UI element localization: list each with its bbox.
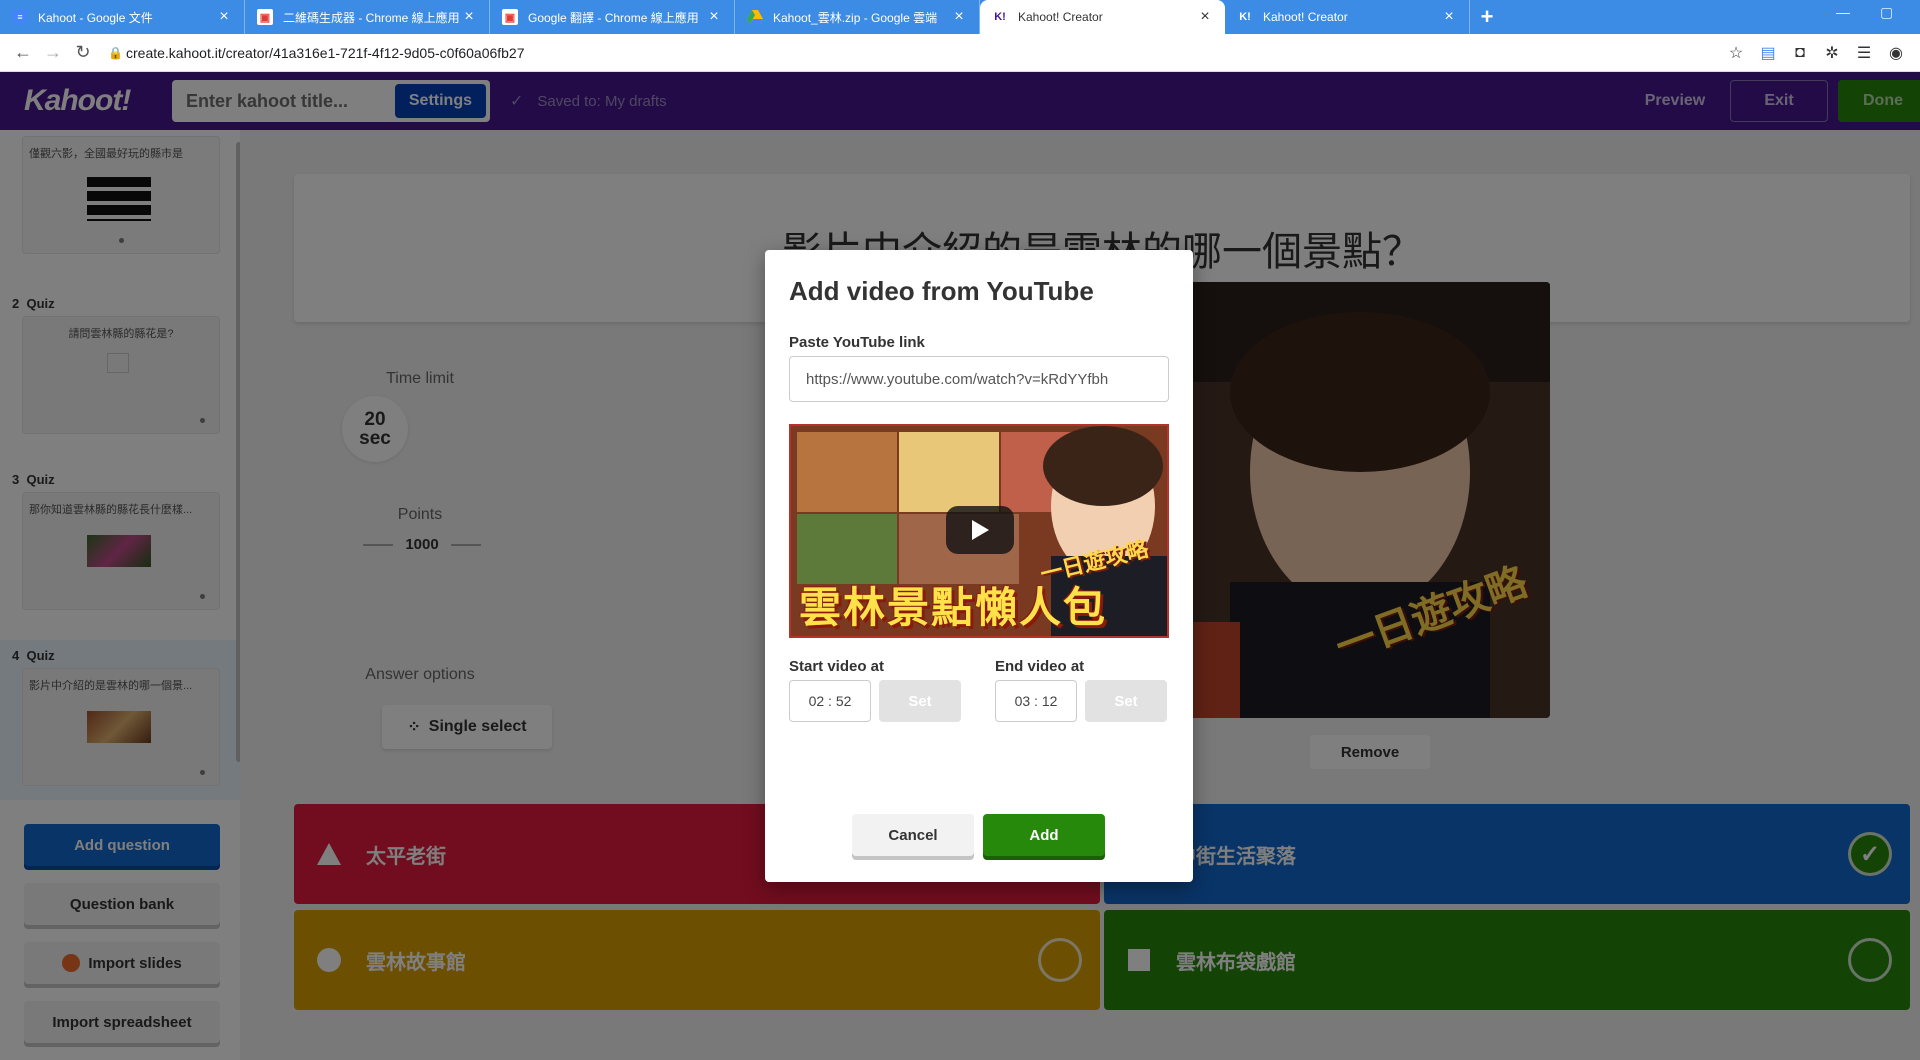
browser-tab-docs[interactable]: ≡ Kahoot - Google 文件 × xyxy=(0,0,245,34)
qr-extension-icon[interactable]: ◘ xyxy=(1784,38,1816,68)
reload-icon[interactable]: ↻ xyxy=(68,38,98,68)
start-set-button[interactable]: Set xyxy=(879,680,961,722)
add-video-dialog: Add video from YouTube Paste YouTube lin… xyxy=(765,250,1193,882)
url-field[interactable]: 🔒 create.kahoot.it/creator/41a316e1-721f… xyxy=(108,45,1720,61)
kahoot-icon: K! xyxy=(994,11,1006,23)
tab-title: Google 翻譯 - Chrome 線上應用 xyxy=(528,10,699,25)
start-time-input[interactable]: 02 : 52 xyxy=(789,680,871,722)
youtube-link-input[interactable]: https://www.youtube.com/watch?v=kRdYYfbh xyxy=(789,356,1169,402)
dialog-title: Add video from YouTube xyxy=(789,276,1094,306)
tab-title: Kahoot! Creator xyxy=(1263,10,1348,24)
profile-avatar[interactable]: ◉ xyxy=(1880,38,1912,68)
tab-title: Kahoot - Google 文件 xyxy=(38,10,153,25)
translate-app-icon: ▣ xyxy=(502,9,518,25)
address-bar: ← → ↻ 🔒 create.kahoot.it/creator/41a316e… xyxy=(0,34,1920,72)
end-time-input[interactable]: 03 : 12 xyxy=(995,680,1077,722)
minimize-icon[interactable]: — xyxy=(1836,4,1850,20)
reading-list-icon[interactable]: ☰ xyxy=(1848,38,1880,68)
play-icon xyxy=(972,520,989,540)
new-tab-button[interactable]: + xyxy=(1470,0,1504,34)
close-tab-icon[interactable]: × xyxy=(1441,9,1457,25)
url-text: create.kahoot.it/creator/41a316e1-721f-4… xyxy=(126,44,525,61)
browser-tab-qr[interactable]: ▣ 二維碼生成器 - Chrome 線上應用 × xyxy=(245,0,490,34)
tab-title: Kahoot_雲林.zip - Google 雲端 xyxy=(773,10,938,25)
start-video-label: Start video at xyxy=(789,658,885,675)
close-tab-icon[interactable]: × xyxy=(461,9,477,25)
youtube-link-label: Paste YouTube link xyxy=(789,334,925,351)
forward-icon[interactable]: → xyxy=(38,38,68,68)
close-tab-icon[interactable]: × xyxy=(1197,9,1213,25)
tab-title: 二維碼生成器 - Chrome 線上應用 xyxy=(283,10,460,25)
maximize-icon[interactable]: ▢ xyxy=(1880,4,1893,21)
translate-extension-icon[interactable]: ▤ xyxy=(1752,38,1784,68)
end-video-label: End video at xyxy=(995,658,1085,675)
drive-icon xyxy=(747,9,763,25)
browser-tab-translate[interactable]: ▣ Google 翻譯 - Chrome 線上應用 × xyxy=(490,0,735,34)
close-tab-icon[interactable]: × xyxy=(951,9,967,25)
extensions-puzzle-icon[interactable]: ✲ xyxy=(1816,38,1848,68)
lock-icon: 🔒 xyxy=(108,45,123,60)
browser-tab-strip: ≡ Kahoot - Google 文件 × ▣ 二維碼生成器 - Chrome… xyxy=(0,0,1920,34)
close-tab-icon[interactable]: × xyxy=(706,9,722,25)
tab-title: Kahoot! Creator xyxy=(1018,10,1103,24)
browser-tab-kahoot-active[interactable]: K! Kahoot! Creator × xyxy=(980,0,1225,34)
browser-tab-kahoot[interactable]: K! Kahoot! Creator × xyxy=(1225,0,1470,34)
play-button[interactable] xyxy=(946,506,1014,554)
end-set-button[interactable]: Set xyxy=(1085,680,1167,722)
back-icon[interactable]: ← xyxy=(8,38,38,68)
bookmark-star-icon[interactable]: ☆ xyxy=(1720,38,1752,68)
kahoot-icon: K! xyxy=(1239,11,1251,23)
cancel-button[interactable]: Cancel xyxy=(852,814,974,856)
video-thumbnail[interactable]: 雲林景點懶人包 一日遊攻略 xyxy=(789,424,1169,638)
browser-tab-drive[interactable]: Kahoot_雲林.zip - Google 雲端 × xyxy=(735,0,980,34)
add-button[interactable]: Add xyxy=(983,814,1105,856)
close-tab-icon[interactable]: × xyxy=(216,9,232,25)
qr-app-icon: ▣ xyxy=(257,9,273,25)
docs-icon: ≡ xyxy=(12,9,28,25)
